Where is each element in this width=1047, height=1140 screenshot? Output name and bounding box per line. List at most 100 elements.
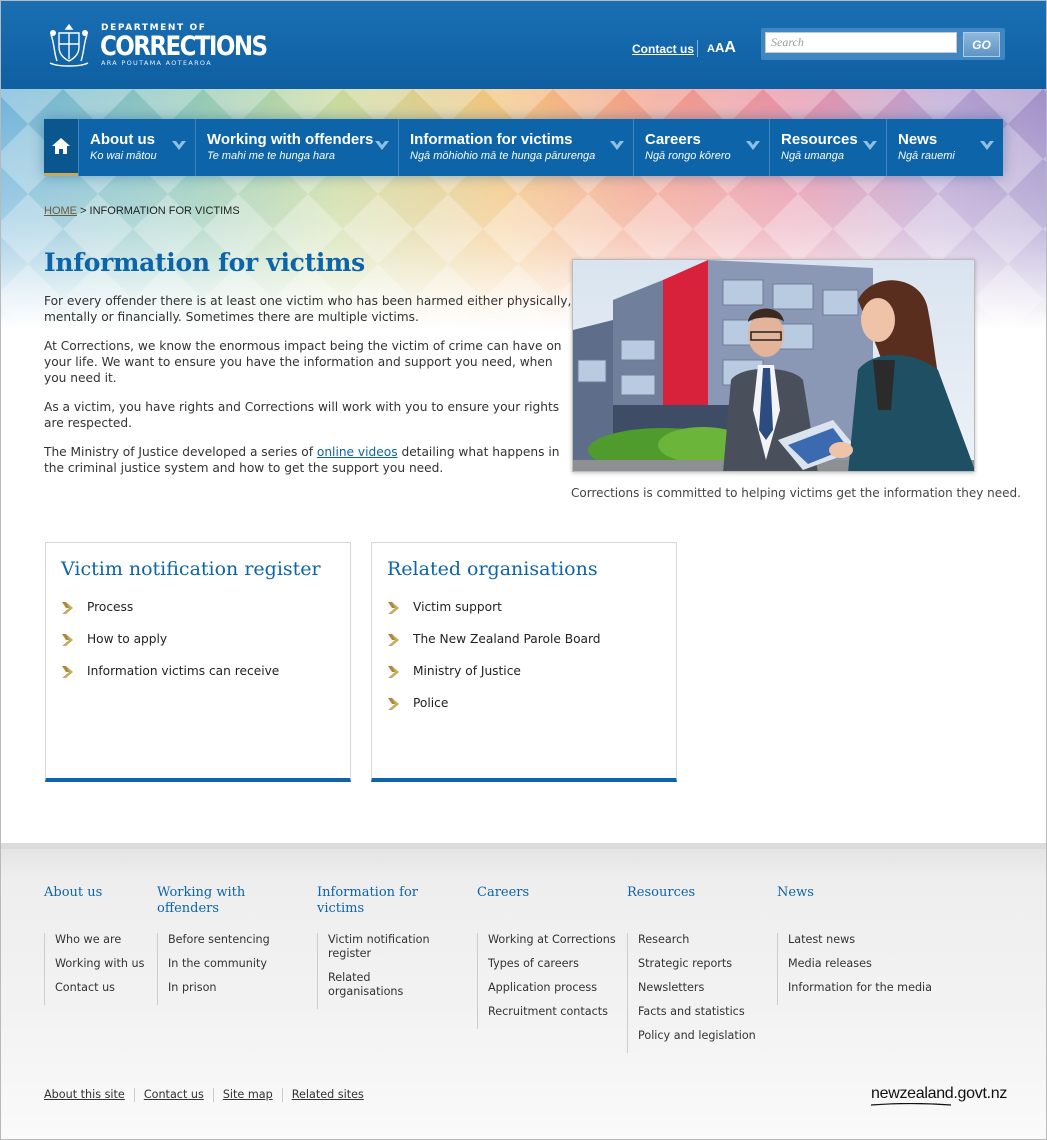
text-size-large-button[interactable]: A bbox=[724, 39, 736, 56]
card-link-label: Victim support bbox=[413, 600, 502, 614]
breadcrumb: HOME > INFORMATION FOR VICTIMS bbox=[44, 205, 240, 217]
footer-column-title[interactable]: Working with offenders bbox=[157, 885, 277, 917]
card-link-item[interactable]: Information victims can receive bbox=[61, 664, 279, 696]
footer-link-list: Before sentencing In the community In pr… bbox=[157, 933, 287, 1005]
nav-item-about-us[interactable]: About us Ko wai mātou bbox=[78, 119, 195, 176]
search-go-button[interactable]: GO bbox=[963, 32, 1000, 57]
intro-paragraph: At Corrections, we know the enormous imp… bbox=[44, 339, 562, 385]
footer-link-list: Working at Corrections Types of careers … bbox=[477, 933, 617, 1029]
footer-link[interactable]: Before sentencing bbox=[168, 933, 287, 947]
related-organisations-card: Related organisations Victim support The… bbox=[371, 542, 677, 782]
footer-link[interactable]: Recruitment contacts bbox=[488, 1005, 617, 1019]
footer-link[interactable]: Contact us bbox=[55, 981, 154, 995]
card-link-label: Process bbox=[87, 600, 134, 614]
card-link-label: Ministry of Justice bbox=[413, 664, 521, 678]
card-link-list: Victim support The New Zealand Parole Bo… bbox=[387, 600, 601, 728]
footer-link[interactable]: Related organisations bbox=[328, 971, 447, 999]
footer-link[interactable]: Information for the media bbox=[788, 981, 937, 995]
nz-govt-logo[interactable]: newzealand.govt.nz bbox=[871, 1085, 1007, 1103]
intro-paragraph: For every offender there is at least one… bbox=[44, 294, 572, 324]
text-size-medium-button[interactable]: A bbox=[715, 40, 724, 55]
videos-text-before: The Ministry of Justice developed a seri… bbox=[44, 445, 317, 459]
footer-link[interactable]: Victim notification register bbox=[328, 933, 447, 961]
nav-item-careers[interactable]: Careers Ngā rongo kōrero bbox=[633, 119, 769, 176]
footer-link[interactable]: Strategic reports bbox=[638, 957, 767, 971]
footer-contact-link[interactable]: Contact us bbox=[144, 1088, 204, 1101]
footer-link-list: Victim notification register Related org… bbox=[317, 933, 447, 1009]
card-link-item[interactable]: The New Zealand Parole Board bbox=[387, 632, 601, 664]
card-link-list: Process How to apply Information victims… bbox=[61, 600, 279, 696]
card-link-item[interactable]: Ministry of Justice bbox=[387, 664, 601, 696]
footer-link-list: Latest news Media releases Information f… bbox=[777, 933, 937, 1005]
footer-link-list: Research Strategic reports Newsletters F… bbox=[627, 933, 767, 1053]
chevron-down-icon bbox=[863, 141, 877, 150]
home-icon bbox=[52, 138, 70, 154]
footer-link[interactable]: Application process bbox=[488, 981, 617, 995]
chevron-right-icon bbox=[388, 666, 399, 678]
footer-column-about-us: About us Who we are Working with us Cont… bbox=[44, 885, 144, 1005]
footer-column-working-with-offenders: Working with offenders Before sentencing… bbox=[157, 885, 277, 1005]
nav-item-news[interactable]: News Ngā rauemi bbox=[886, 119, 1003, 176]
victims-photo bbox=[572, 259, 975, 472]
footer-link[interactable]: Media releases bbox=[788, 957, 937, 971]
footer-column-title[interactable]: Resources bbox=[627, 885, 767, 901]
nav-item-title: Information for victims bbox=[410, 131, 573, 148]
footer-column-title[interactable]: Careers bbox=[477, 885, 617, 901]
card-link-item[interactable]: Police bbox=[387, 696, 601, 728]
footer-column-title[interactable]: Information for victims bbox=[317, 885, 437, 917]
victim-notification-card: Victim notification register Process How… bbox=[45, 542, 351, 782]
corrections-logo[interactable]: DEPARTMENT OF CORRECTIONS ARA POUTAMA AO… bbox=[44, 21, 268, 71]
header-contact-link[interactable]: Contact us bbox=[632, 42, 694, 56]
intro-paragraph: As a victim, you have rights and Correct… bbox=[44, 400, 560, 430]
card-link-item[interactable]: Process bbox=[61, 600, 279, 632]
chevron-down-icon bbox=[172, 141, 186, 150]
crest-icon bbox=[49, 23, 89, 67]
search-box: GO bbox=[761, 28, 1005, 60]
online-videos-link[interactable]: online videos bbox=[317, 445, 398, 459]
footer-link[interactable]: Types of careers bbox=[488, 957, 617, 971]
card-title: Victim notification register bbox=[61, 558, 321, 580]
about-this-site-link[interactable]: About this site bbox=[44, 1088, 125, 1101]
footer-link[interactable]: Who we are bbox=[55, 933, 154, 947]
intro-text: For every offender there is at least one… bbox=[44, 293, 572, 489]
page-title: Information for victims bbox=[44, 248, 365, 277]
nav-item-resources[interactable]: Resources Ngā umanga bbox=[769, 119, 886, 176]
breadcrumb-home-link[interactable]: HOME bbox=[44, 205, 77, 217]
card-link-item[interactable]: How to apply bbox=[61, 632, 279, 664]
site-footer: About us Who we are Working with us Cont… bbox=[1, 843, 1046, 1139]
footer-link[interactable]: In prison bbox=[168, 981, 287, 995]
footer-link-list: Who we are Working with us Contact us bbox=[44, 933, 154, 1005]
card-link-item[interactable]: Victim support bbox=[387, 600, 601, 632]
text-size-small-button[interactable]: A bbox=[707, 43, 715, 55]
footer-link[interactable]: In the community bbox=[168, 957, 287, 971]
footer-link[interactable]: Facts and statistics bbox=[638, 1005, 767, 1019]
footer-column-information-for-victims: Information for victims Victim notificat… bbox=[317, 885, 437, 1009]
chevron-right-icon bbox=[388, 602, 399, 614]
footer-column-title[interactable]: News bbox=[777, 885, 937, 901]
chevron-right-icon bbox=[388, 634, 399, 646]
nav-item-information-for-victims[interactable]: Information for victims Ngā mōhiohio mā … bbox=[398, 119, 633, 176]
chevron-right-icon bbox=[62, 602, 73, 614]
site-map-link[interactable]: Site map bbox=[223, 1088, 273, 1101]
logo-subtitle-text: ARA POUTAMA AOTEAROA bbox=[101, 59, 212, 67]
site-header: DEPARTMENT OF CORRECTIONS ARA POUTAMA AO… bbox=[1, 1, 1046, 89]
footer-link[interactable]: Policy and legislation bbox=[638, 1029, 767, 1043]
main-navigation: About us Ko wai mātou Working with offen… bbox=[44, 119, 1003, 176]
chevron-down-icon bbox=[746, 141, 760, 150]
card-title: Related organisations bbox=[387, 558, 598, 580]
nav-home-button[interactable] bbox=[44, 119, 78, 176]
footer-link[interactable]: Working at Corrections bbox=[488, 933, 617, 947]
search-input[interactable] bbox=[765, 32, 957, 53]
footer-separator bbox=[212, 1088, 214, 1102]
nav-item-working-with-offenders[interactable]: Working with offenders Te mahi me te hun… bbox=[195, 119, 398, 176]
footer-link[interactable]: Newsletters bbox=[638, 981, 767, 995]
footer-bottom-links: About this site Contact us Site map Related… bbox=[44, 1088, 364, 1102]
footer-link[interactable]: Working with us bbox=[55, 957, 154, 971]
footer-column-title[interactable]: About us bbox=[44, 885, 144, 901]
logo-name-text: CORRECTIONS bbox=[100, 32, 268, 62]
card-link-label: Police bbox=[413, 696, 449, 710]
footer-link[interactable]: Research bbox=[638, 933, 767, 947]
footer-link[interactable]: Latest news bbox=[788, 933, 937, 947]
chevron-down-icon bbox=[980, 141, 994, 150]
related-sites-link[interactable]: Related sites bbox=[292, 1088, 364, 1101]
